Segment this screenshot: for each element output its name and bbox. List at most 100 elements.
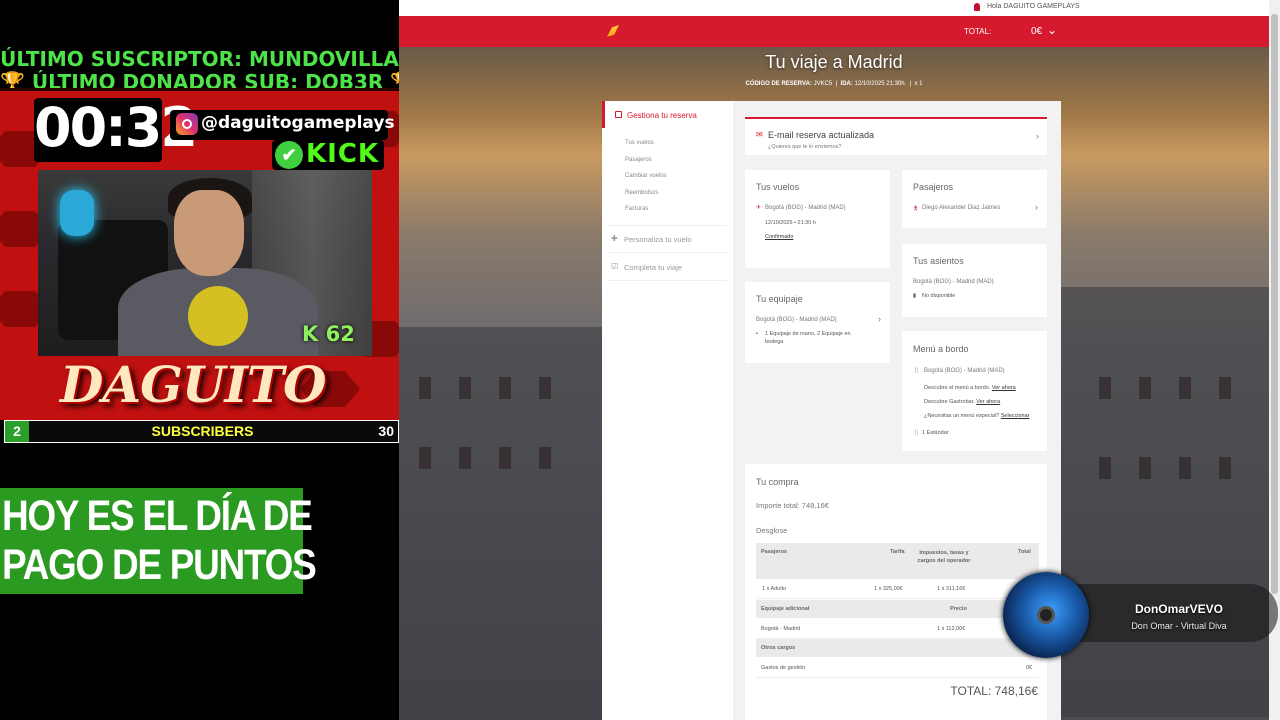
album-disc-icon <box>1003 572 1089 658</box>
passenger-name: Diego Alexander Diaz Jaimes <box>922 205 1001 211</box>
grand-total: TOTAL: 748,16€ <box>950 684 1038 698</box>
seleccionar-link[interactable]: Seleccionar <box>1001 413 1030 419</box>
scrollbar-thumb[interactable] <box>1271 14 1278 594</box>
now-playing-widget: DonOmarVEVO Don Omar - Virtual Diva <box>1003 572 1278 660</box>
booking-code: JVKC5 <box>813 81 833 87</box>
flight-route: Bogotá (BOG) - Madrid (MAD) <box>765 205 846 211</box>
passengers-card[interactable]: Pasajeros 🯅 Diego Alexander Diaz Jaimes … <box>902 170 1047 228</box>
flight-date: 12/10/2025 • 21:30 h <box>765 220 816 226</box>
bag-icon: ▪ <box>756 331 758 337</box>
sidebar-item-cambiar[interactable]: Cambiar vuelos <box>625 173 667 179</box>
promo-line: PAGO DE PUNTOS <box>2 541 317 589</box>
verified-check-icon: ✔ <box>275 141 303 169</box>
fare-passenger: 1 x Adulto <box>762 586 787 592</box>
menu-standard: 1 Estándar <box>922 430 949 436</box>
fare-taxes: 1 x 311,16€ <box>937 586 966 592</box>
subscriber-count: 2 <box>5 421 29 442</box>
user-icon <box>974 3 980 11</box>
baggage-title: Tu equipaje <box>756 294 803 304</box>
instagram-icon <box>176 113 198 135</box>
seat-icon: ▮ <box>913 293 917 299</box>
total-label: TOTAL: <box>964 27 992 36</box>
table-row: Gastos de gestión 0€ <box>756 658 1039 678</box>
sidebar-item-gestiona[interactable]: Gestiona tu reserva <box>602 101 733 128</box>
stream-overlay: ÚLTIMO SUSCRIPTOR: MUNDOVILLA 🏆 ÚLTIMO D… <box>0 0 415 720</box>
chevron-right-icon: › <box>1035 202 1038 212</box>
chevron-down-icon[interactable]: ⌄ <box>1047 23 1057 37</box>
promo-banner: HOY ES EL DÍA DE PAGO DE PUNTOS <box>0 488 317 594</box>
subscriber-goal: 30 <box>378 423 394 439</box>
table-row: 1 x Adulto 1 x 325,00€ 1 x 311,16€ <box>756 579 1039 599</box>
now-playing-song: Don Omar - Virtual Diva <box>1131 621 1227 631</box>
departure-date: 12/10/2025 21:30h. <box>854 81 907 87</box>
passengers-title: Pasajeros <box>913 182 954 192</box>
top-user-strip: Hola DAGUITO GAMEPLAYS <box>399 0 1269 16</box>
booking-panel: Gestiona tu reserva Tus vuelos Pasajeros… <box>602 101 1061 720</box>
sidebar-item-personaliza[interactable]: Personaliza tu vuelo <box>624 235 692 244</box>
site-header: TOTAL: 0€ ⌄ <box>399 16 1269 47</box>
seats-title: Tus asientos <box>913 256 964 266</box>
ver-ahora-link[interactable]: Ver ahora <box>976 399 1000 405</box>
page-title: Tu viaje a Madrid <box>765 52 903 72</box>
email-card-title: E-mail reserva actualizada <box>768 130 875 140</box>
menu-line2: Descubre Gastrobar. Ver ahora <box>924 399 1001 405</box>
baggage-table-header: Equipaje adicional Precio <box>756 600 1039 618</box>
table-row: Bogotá · Madrid 1 x 112,00€ <box>756 619 1039 639</box>
flights-title: Tus vuelos <box>756 182 800 192</box>
suitcase-icon <box>615 111 622 118</box>
fare-table-header: Pasajeros Tarifa Impuestos, tasas y carg… <box>756 543 1039 579</box>
channel-logo: DAGUITO <box>60 355 327 414</box>
seats-route: Bogotá (BOG) - Madrid (MAD) <box>913 279 994 285</box>
baggage-route-row: Bogotá · Madrid <box>761 626 801 632</box>
seats-status: No disponible <box>922 293 956 299</box>
fare-tarifa: 1 x 325,00€ <box>874 586 903 592</box>
sidebar-item-completa[interactable]: Completa tu viaje <box>624 263 682 272</box>
cart-total[interactable]: 0€ <box>1031 26 1042 37</box>
seats-card[interactable]: Tus asientos Bogotá (BOG) - Madrid (MAD)… <box>902 244 1047 317</box>
latest-subscriber: ÚLTIMO SUSCRIPTOR: MUNDOVILLA <box>0 47 399 71</box>
kick-badge: K 62 <box>302 322 355 346</box>
kick-label: KICK <box>306 139 380 169</box>
menu-line3: ¿Necesitas un menú especial? Seleccionar <box>924 413 1030 419</box>
booking-sidebar: Gestiona tu reserva Tus vuelos Pasajeros… <box>602 101 733 720</box>
promo-line: HOY ES EL DÍA DE <box>2 492 313 540</box>
person-icon: 🯅 <box>913 206 919 212</box>
management-fees-total: 0€ <box>1026 665 1033 671</box>
baggage-line1: 1 Equipaje de mano, 2 Equipaje en <box>765 331 851 337</box>
chevron-right-icon: › <box>878 314 881 324</box>
plus-icon: ✚ <box>611 234 618 243</box>
flight-status[interactable]: Confirmado <box>765 234 793 240</box>
total-amount-text: Importe total: 748,16€ <box>756 501 829 510</box>
ver-ahora-link[interactable]: Ver ahora <box>992 385 1016 391</box>
checklist-icon: ☑ <box>611 262 619 271</box>
menu-route: Bogotá (BOG) - Madrid (MAD) <box>924 368 1005 374</box>
purchase-title: Tu compra <box>756 477 799 487</box>
email-card[interactable]: ✉ E-mail reserva actualizada ¿Quieres qu… <box>745 117 1047 155</box>
baggage-card[interactable]: Tu equipaje Bogotá (BOG) - Madrid (MAD) … <box>745 282 890 363</box>
plane-icon: ✈ <box>756 205 762 211</box>
management-fees: Gastos de gestión <box>761 665 806 671</box>
baggage-route: Bogotá (BOG) - Madrid (MAD) <box>756 317 837 323</box>
onboard-menu-card[interactable]: Menú a bordo 🍴 Bogotá (BOG) - Madrid (MA… <box>902 331 1047 451</box>
baggage-price: 1 x 112,00€ <box>937 626 966 632</box>
sidebar-item-pasajeros[interactable]: Pasajeros <box>625 157 652 163</box>
menu-title: Menú a bordo <box>913 344 969 354</box>
flights-card[interactable]: Tus vuelos ✈ Bogotá (BOG) - Madrid (MAD)… <box>745 170 890 268</box>
other-charges-header: Otros cargos <box>756 639 1039 657</box>
booking-meta: CÓDIGO DE RESERVA: JVKC5 | IDA: 12/10/20… <box>745 81 923 87</box>
instagram-handle: @daguitogameplays <box>201 113 395 133</box>
sidebar-item-reembolsos[interactable]: Reembolsos <box>625 190 658 196</box>
user-greeting[interactable]: Hola DAGUITO GAMEPLAYS <box>987 3 1080 10</box>
cutlery-icon: 🍴 <box>913 430 920 436</box>
timer: 00:32 <box>34 96 198 159</box>
airline-logo-icon[interactable] <box>607 25 619 37</box>
menu-line1: Descubre el menú a bordo. Ver ahora <box>924 385 1016 391</box>
subscriber-goal-bar: SUBSCRIBERS 2 30 <box>4 420 399 443</box>
purchase-card: Tu compra Importe total: 748,16€ Desglos… <box>745 464 1047 720</box>
email-card-subtitle: ¿Quieres que te lo enviemos? <box>768 144 842 150</box>
cutlery-icon: 🍴 <box>913 368 921 374</box>
now-playing-artist: DonOmarVEVO <box>1134 602 1224 616</box>
sidebar-item-vuelos[interactable]: Tus vuelos <box>625 140 654 146</box>
sidebar-item-facturas[interactable]: Facturas <box>625 206 648 212</box>
baggage-line2: bodega <box>765 339 784 345</box>
